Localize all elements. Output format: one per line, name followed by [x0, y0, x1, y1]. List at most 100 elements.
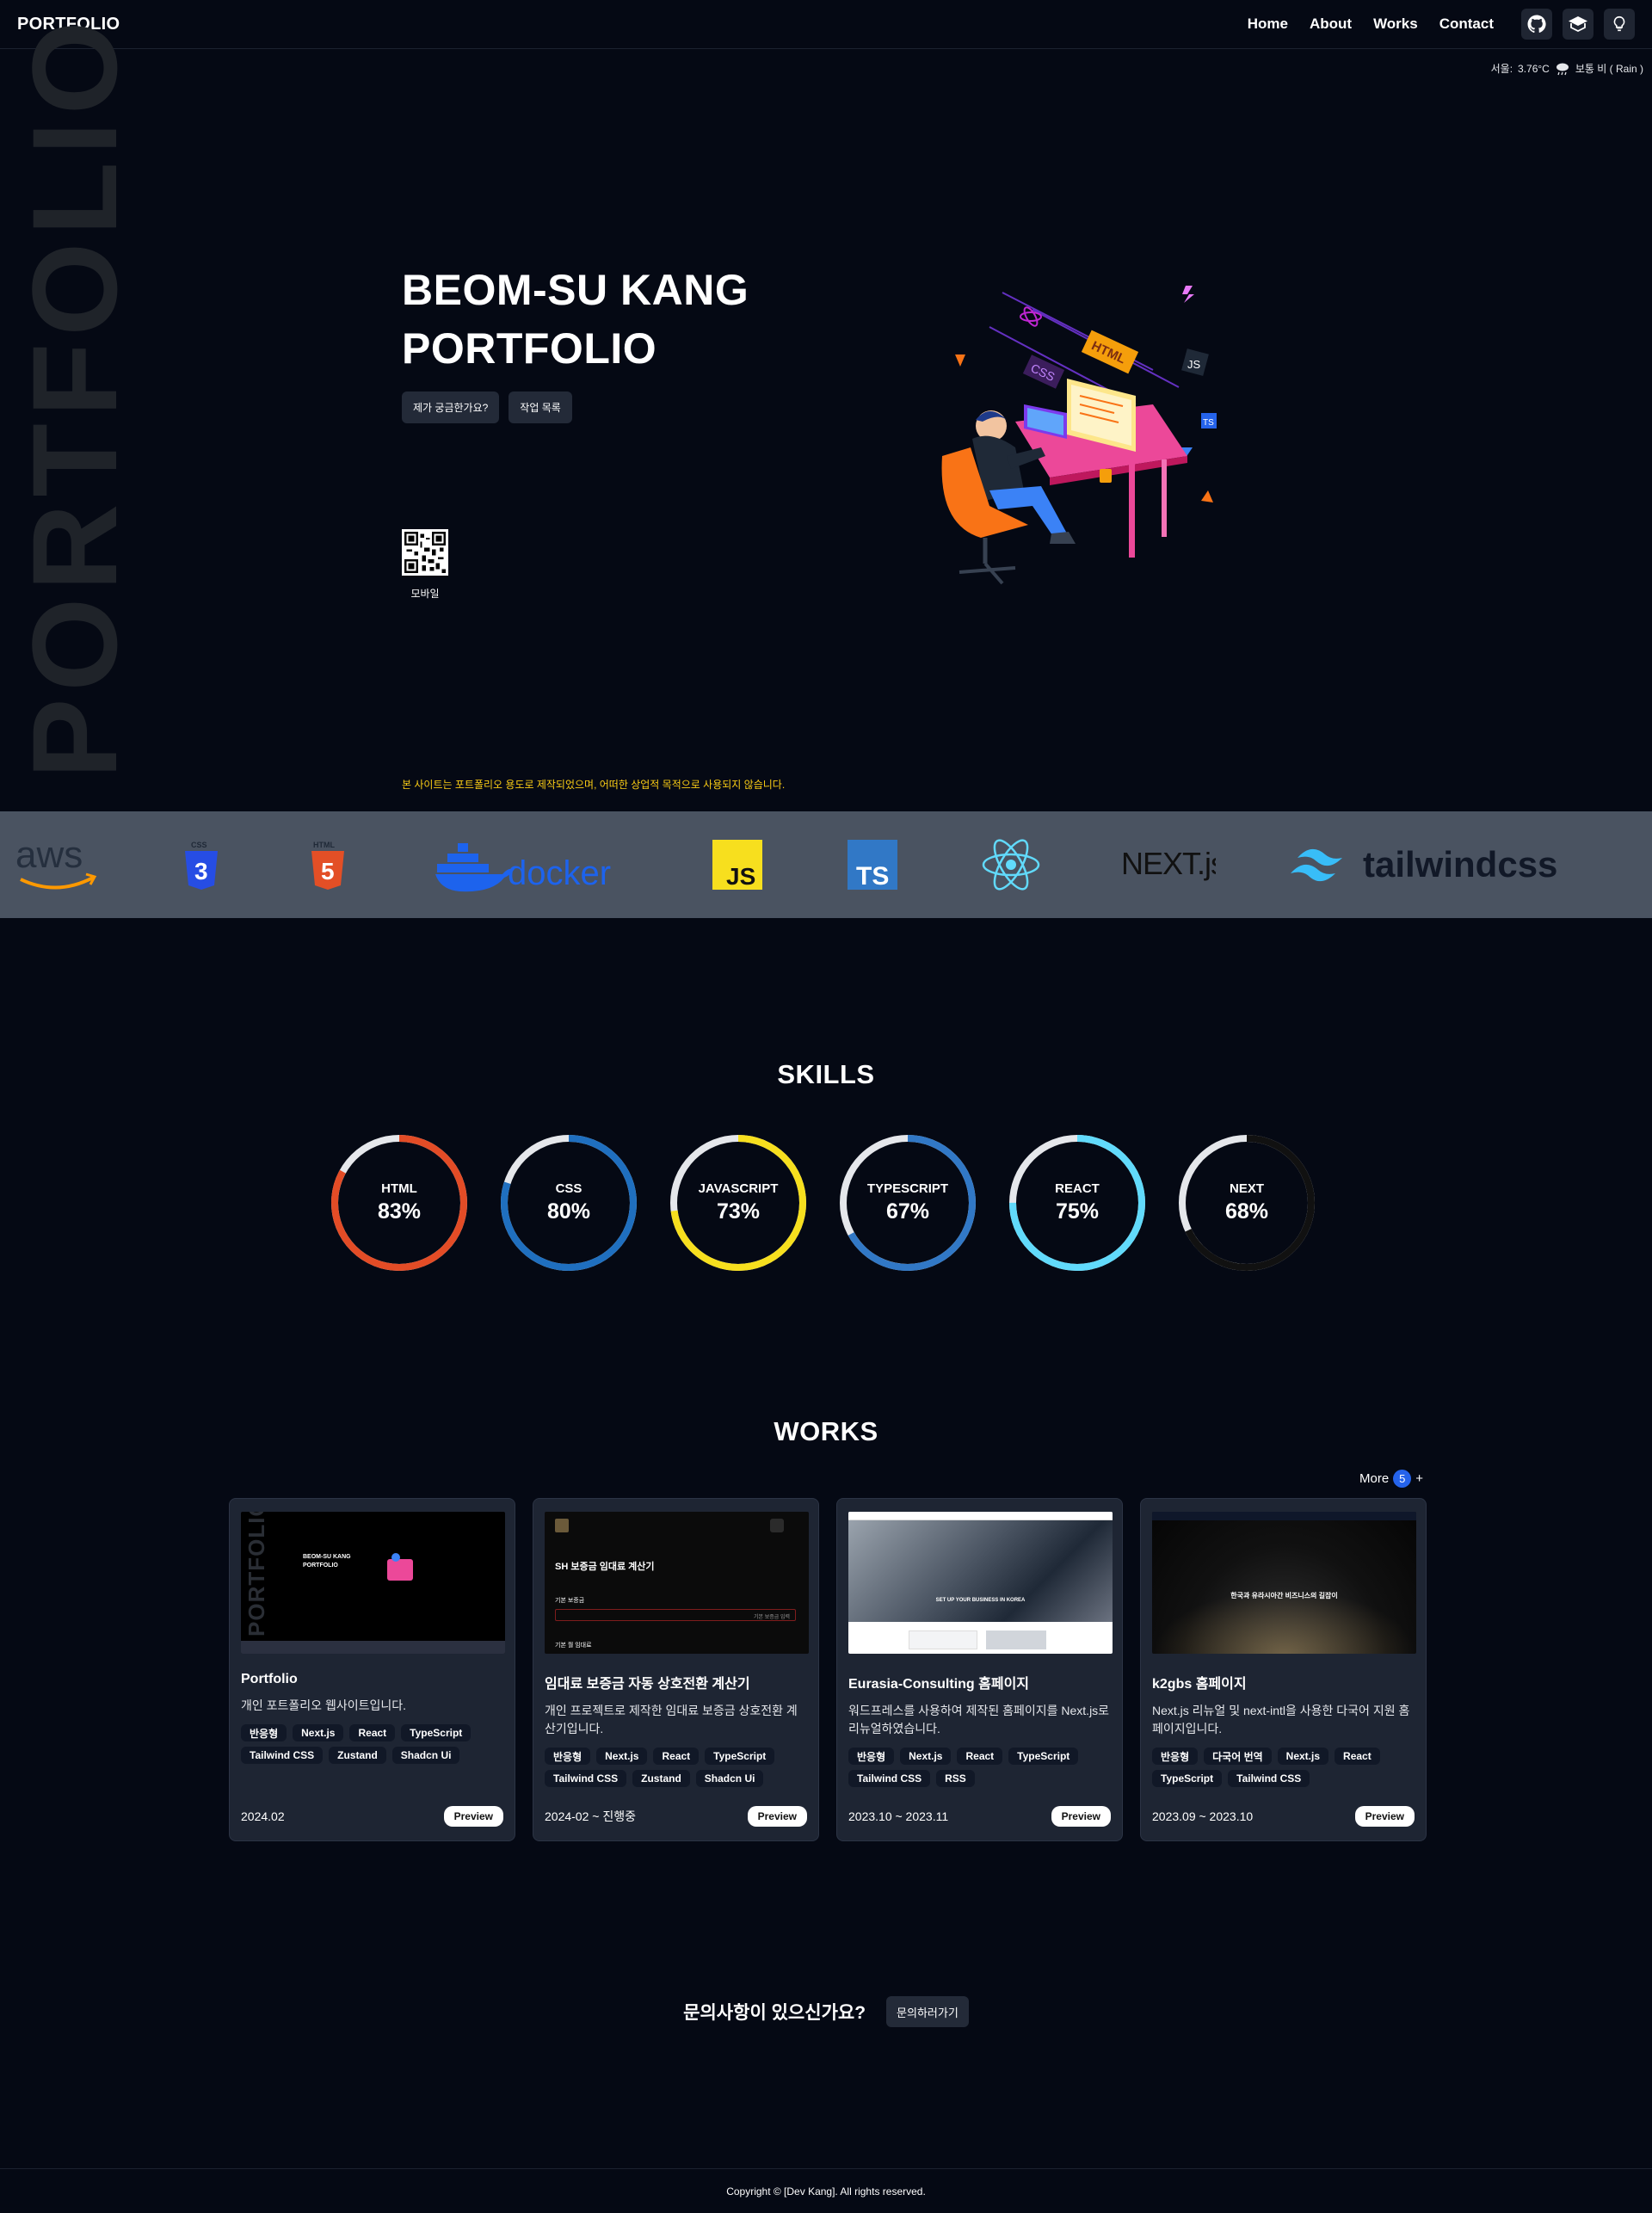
work-list-button[interactable]: 작업 목록	[509, 391, 572, 423]
shot-title: SH 보증금 임대료 계산기	[555, 1562, 655, 1572]
skill-name: HTML	[381, 1181, 417, 1196]
nextjs-logo: NEXT.js	[1121, 811, 1216, 918]
tag: React	[957, 1748, 1003, 1765]
mobile-qr-code[interactable]	[402, 529, 448, 576]
skill-name: TYPESCRIPT	[866, 1181, 949, 1196]
contact-section: 문의사항이 있으신가요? 문의하러가기	[0, 1996, 1652, 2027]
preview-button[interactable]: Preview	[1051, 1806, 1111, 1827]
more-label: More	[1359, 1471, 1390, 1486]
github-button[interactable]	[1521, 9, 1552, 40]
work-card[interactable]: PORTFOLIO BEOM-SU KANG PORTFOLIO Portfoli…	[229, 1498, 515, 1841]
javascript-logo: JS	[712, 811, 762, 918]
tag: 반응형	[848, 1748, 895, 1765]
tag: 반응형	[1152, 1748, 1199, 1765]
svg-text:5: 5	[321, 858, 335, 885]
nav-link-home[interactable]: Home	[1248, 15, 1288, 33]
nav-link-about[interactable]: About	[1310, 15, 1352, 33]
aws-wordmark: aws	[15, 835, 83, 876]
more-works-link[interactable]: More 5 +	[1359, 1470, 1423, 1488]
theme-toggle-button[interactable]	[1604, 9, 1635, 40]
shot-banner: 한국과 유라시아간 비즈니스의 길잡이	[1230, 1592, 1338, 1600]
preview-button[interactable]: Preview	[443, 1806, 503, 1827]
work-desc: 워드프레스를 사용하여 제작된 홈페이지를 Next.js로 리뉴얼하였습니다.	[848, 1704, 1110, 1735]
tag: React	[653, 1748, 700, 1765]
svg-text:TS: TS	[1203, 418, 1214, 428]
typescript-logo: TS	[848, 811, 897, 918]
tag: Tailwind CSS	[1228, 1770, 1310, 1787]
work-desc: 개인 프로젝트로 제작한 임대료 보증금 상호전환 계산기입니다.	[545, 1704, 798, 1735]
nav-right: Home About Works Contact	[1248, 9, 1635, 40]
skill-gauge: REACT 75%	[1008, 1134, 1146, 1272]
tag: RSS	[936, 1770, 975, 1787]
tailwindcss-wordmark: tailwindcss	[1363, 844, 1557, 885]
more-plus: +	[1415, 1471, 1423, 1486]
work-card[interactable]: 한국과 유라시아간 비즈니스의 길잡이 k2gbs 홈페이지 Next.js 리…	[1140, 1498, 1427, 1841]
skill-name: CSS	[555, 1181, 583, 1196]
preview-button[interactable]: Preview	[1354, 1806, 1415, 1827]
rain-cloud-icon	[1556, 63, 1569, 75]
work-screenshot: PORTFOLIO BEOM-SU KANG PORTFOLIO	[241, 1512, 505, 1654]
skill-value: 73%	[716, 1199, 761, 1224]
about-me-button[interactable]: 제가 궁금한가요?	[402, 391, 500, 423]
shot-side-word: PORTFOLIO	[243, 1512, 269, 1637]
aws-logo: aws	[15, 811, 98, 918]
skills-title: SKILLS	[777, 1059, 875, 1089]
weather-desc: 보통 비 ( Rain )	[1575, 63, 1643, 75]
skill-value: 67%	[885, 1199, 930, 1224]
svg-text:JS: JS	[1187, 358, 1201, 371]
work-card[interactable]: SH 보증금 임대료 계산기 기본 보증금 기본 보증금 입력 기본 월 임대료…	[533, 1498, 819, 1841]
nav-link-works[interactable]: Works	[1373, 15, 1418, 33]
skill-value: 68%	[1224, 1199, 1269, 1224]
skill-name: REACT	[1055, 1181, 1100, 1196]
work-footer: 2024.02 Preview	[241, 1806, 503, 1827]
skill-value: 75%	[1055, 1199, 1100, 1224]
tag: TypeScript	[401, 1724, 472, 1741]
blog-button[interactable]	[1563, 9, 1593, 40]
tag: Tailwind CSS	[545, 1770, 627, 1787]
tag: Tailwind CSS	[241, 1747, 324, 1764]
tag: 반응형	[545, 1748, 591, 1765]
skill-gauges: HTML 83% CSS 80% JAVASCRIPT 73% TYPESCRIPT 6…	[330, 1134, 1316, 1272]
lightbulb-icon	[1613, 15, 1625, 32]
tag: Zustand	[632, 1770, 690, 1787]
work-title: Portfolio	[241, 1672, 298, 1686]
skill-gauge: NEXT 68%	[1178, 1134, 1316, 1272]
shot-title: BEOM-SU KANG PORTFOLIO	[303, 1554, 351, 1569]
tech-logo-bar: aws CSS 3 HTML 5 docker JS TS NEXT.js ta…	[0, 811, 1652, 918]
tag: Zustand	[329, 1747, 386, 1764]
hero-buttons: 제가 궁금한가요? 작업 목록	[402, 391, 572, 423]
tag: 다국어 번역	[1204, 1748, 1272, 1765]
svg-text:HTML: HTML	[313, 841, 335, 849]
tag: Shadcn Ui	[391, 1747, 460, 1764]
work-date: 2023.10 ~ 2023.11	[848, 1809, 949, 1823]
github-icon	[1527, 15, 1546, 34]
preview-button[interactable]: Preview	[747, 1806, 807, 1827]
tailwindcss-logo: tailwindcss	[1291, 811, 1575, 918]
work-card[interactable]: SET UP YOUR BUSINESS IN KOREA Eurasia-Co…	[836, 1498, 1123, 1841]
skill-gauge: TYPESCRIPT 67%	[839, 1134, 977, 1272]
svg-text:3: 3	[194, 858, 208, 885]
works-cards: PORTFOLIO BEOM-SU KANG PORTFOLIO Portfoli…	[229, 1498, 1427, 1841]
react-logo	[981, 811, 1041, 918]
work-date: 2023.09 ~ 2023.10	[1152, 1809, 1254, 1823]
contact-button[interactable]: 문의하러가기	[886, 1996, 969, 2027]
work-tags: 반응형 Next.js React TypeScript Tailwind CS…	[848, 1748, 1111, 1787]
docker-wordmark: docker	[508, 854, 611, 892]
svg-text:NEXT.js: NEXT.js	[1121, 846, 1216, 881]
hero-title-line1: BEOM-SU KANG	[402, 266, 749, 314]
skill-gauge: CSS 80%	[500, 1134, 638, 1272]
tag: Shadcn Ui	[695, 1770, 764, 1787]
nav-link-contact[interactable]: Contact	[1439, 15, 1494, 33]
work-desc: 개인 포트폴리오 웹사이트입니다.	[241, 1698, 406, 1712]
work-screenshot: SH 보증금 임대료 계산기 기본 보증금 기본 보증금 입력 기본 월 임대료	[545, 1512, 809, 1654]
work-date: 2024-02 ~ 진행중	[545, 1809, 636, 1823]
tag: React	[1335, 1748, 1380, 1765]
blog-icon	[1569, 16, 1587, 33]
work-footer: 2024-02 ~ 진행중 Preview	[545, 1806, 807, 1827]
work-tags: 반응형 Next.js React TypeScript Tailwind CS…	[241, 1724, 503, 1764]
work-footer: 2023.09 ~ 2023.10 Preview	[1152, 1806, 1415, 1827]
hero-vertical-word: PORTFOLIO	[7, 14, 142, 779]
work-title: 임대료 보증금 자동 상호전환 계산기	[545, 1677, 750, 1692]
work-screenshot: 한국과 유라시아간 비즈니스의 길잡이	[1152, 1512, 1416, 1654]
qr-label: 모바일	[410, 588, 440, 600]
